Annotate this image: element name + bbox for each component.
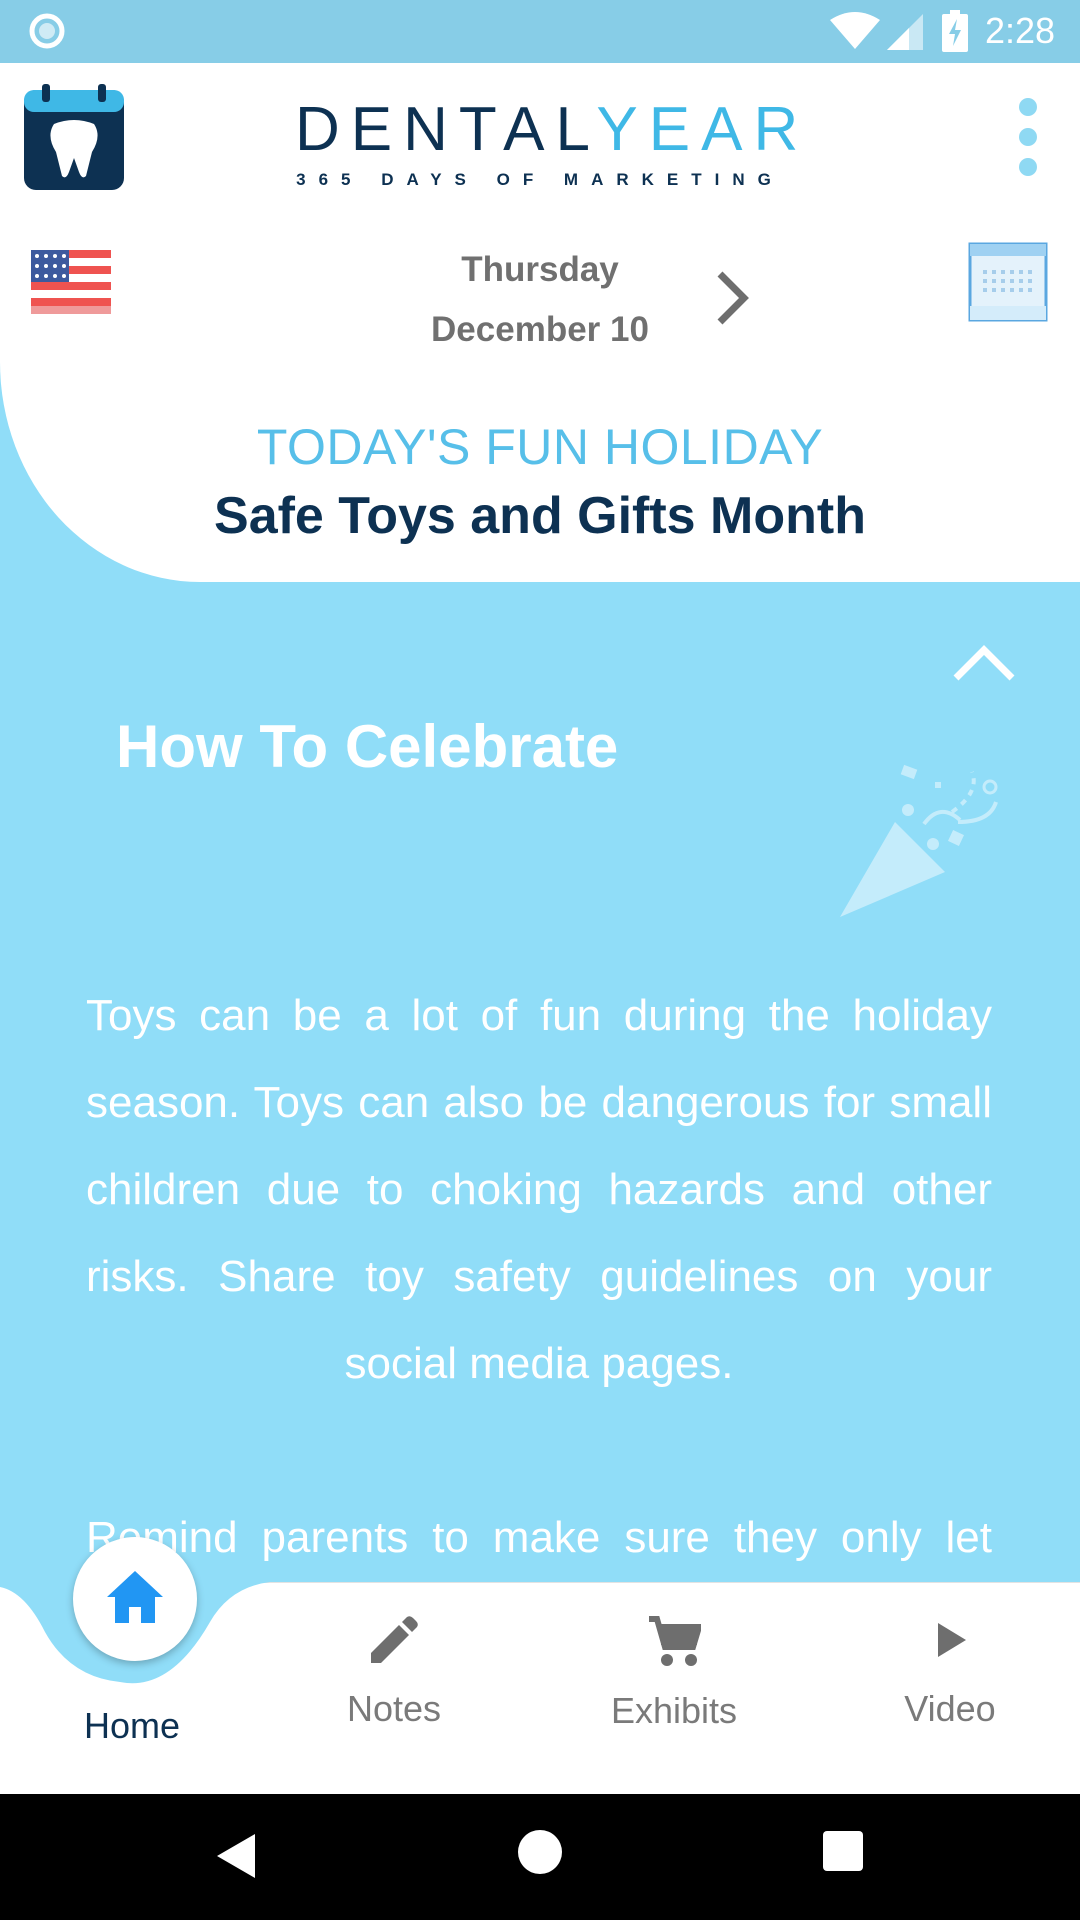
party-popper-icon	[840, 764, 998, 917]
nav-exhibits[interactable]: Exhibits	[574, 1615, 774, 1732]
nav-notes[interactable]: Notes	[294, 1615, 494, 1730]
nav-video-label: Video	[904, 1688, 996, 1729]
celebrate-paragraph-2: Remind parents to make sure they only le…	[86, 1513, 992, 1562]
wifi-icon	[830, 12, 880, 49]
play-icon	[938, 1623, 966, 1657]
holiday-title: Safe Toys and Gifts Month	[214, 487, 866, 545]
how-to-celebrate-section: How To Celebrate Toys can be a lot of fu…	[0, 582, 1080, 1582]
battery-charging-icon	[942, 10, 968, 52]
date-weekday: Thursday	[461, 250, 619, 289]
cart-icon	[649, 1616, 704, 1666]
holiday-kicker: TODAY'S FUN HOLIDAY	[256, 419, 824, 475]
logo-wordmark: DENTALYEAR	[295, 95, 810, 164]
tooth-calendar-icon[interactable]	[24, 84, 124, 190]
overflow-menu-icon[interactable]	[1015, 98, 1041, 178]
pencil-icon	[371, 1616, 418, 1663]
nav-home-button[interactable]	[73, 1537, 197, 1661]
nav-notes-label: Notes	[346, 1688, 442, 1729]
celebrate-paragraph-1: Toys can be a lot of fun during the holi…	[86, 991, 992, 1388]
logo-tagline: 365 DAYS OF MARKETING	[296, 170, 784, 189]
notification-icon	[29, 13, 65, 49]
nav-exhibits-label: Exhibits	[610, 1690, 738, 1731]
status-bar: 2:28	[0, 0, 1080, 63]
home-circle-icon[interactable]	[518, 1830, 562, 1874]
calendar-icon[interactable]	[968, 242, 1048, 322]
back-icon[interactable]	[215, 1832, 259, 1880]
home-icon	[107, 1571, 163, 1623]
chevron-right-icon[interactable]	[712, 268, 752, 328]
nav-video[interactable]: Video	[850, 1615, 1050, 1730]
current-date: Thursday December 10	[340, 240, 740, 360]
nav-home-label[interactable]: Home	[32, 1705, 232, 1747]
app-header: DENTALYEAR 365 DAYS OF MARKETING	[0, 63, 1080, 228]
section-title: How To Celebrate	[116, 713, 619, 780]
dental-year-logo: DENTALYEAR 365 DAYS OF MARKETING	[295, 95, 810, 190]
chevron-up-icon[interactable]	[952, 642, 1016, 682]
system-navigation-bar	[0, 1794, 1080, 1920]
date-day-month: December 10	[431, 310, 649, 349]
signal-icon	[887, 14, 923, 50]
us-flag-icon[interactable]	[31, 250, 111, 314]
clock: 2:28	[985, 10, 1056, 51]
recents-square-icon[interactable]	[823, 1831, 863, 1871]
